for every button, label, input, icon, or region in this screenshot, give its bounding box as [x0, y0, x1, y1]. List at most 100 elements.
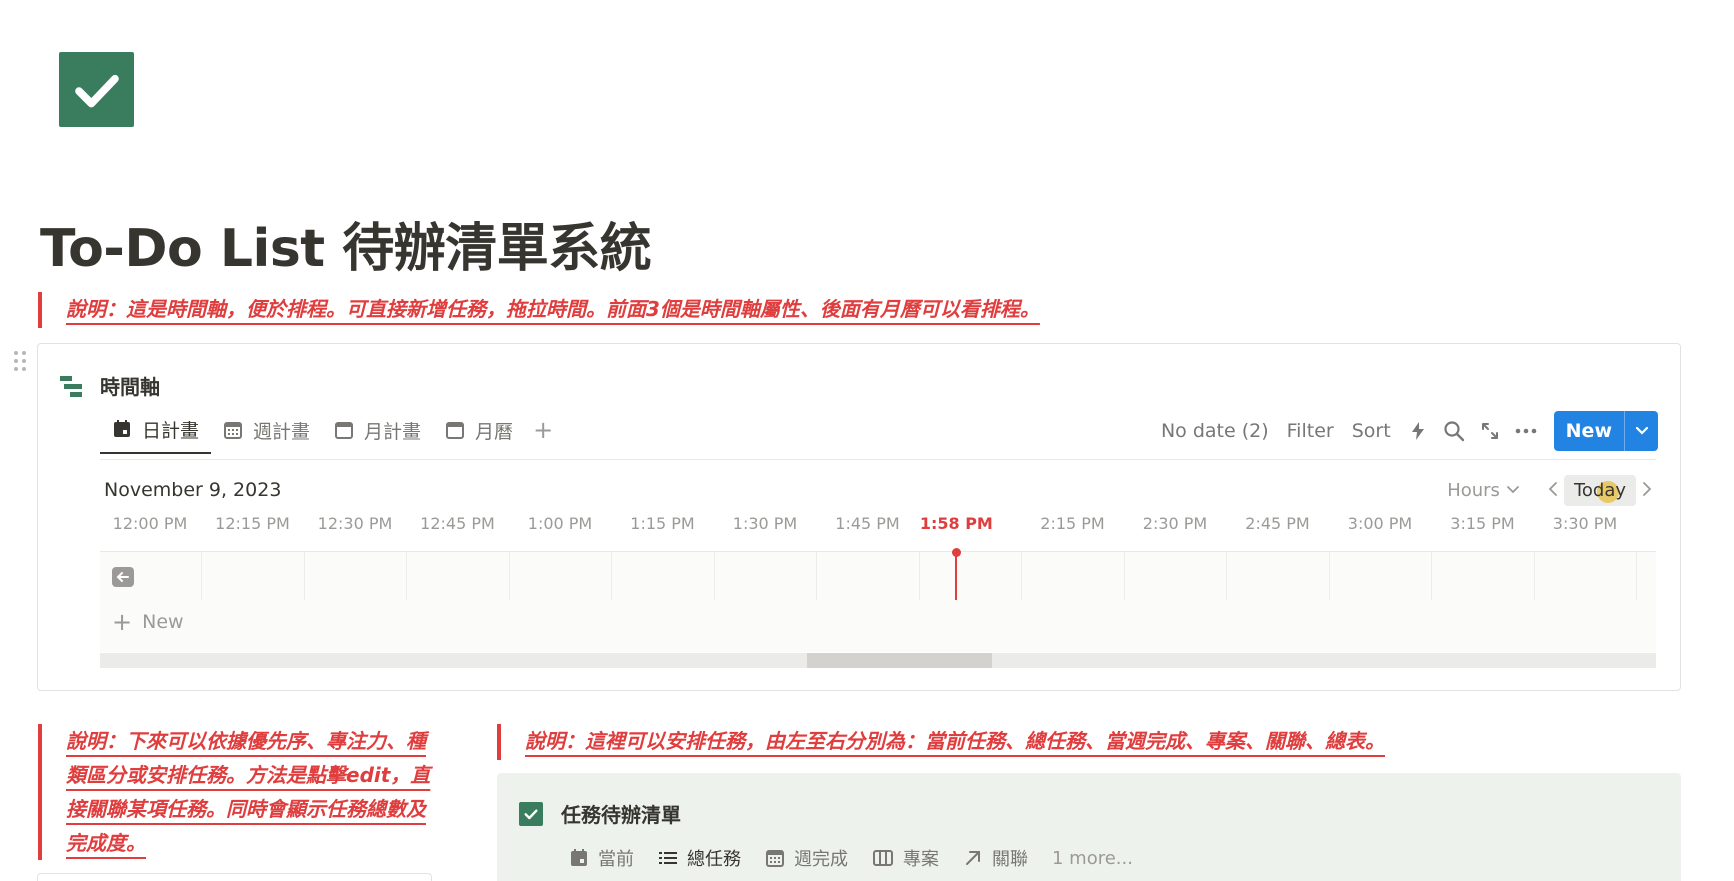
tab-label: 週計畫: [253, 420, 311, 443]
right-note-text: 說明：這裡可以安排任務，由左至右分別為：當前任務、總任務、當週完成、專案、關聯、…: [525, 729, 1385, 753]
previous-button[interactable]: [1542, 478, 1564, 502]
arrow-up-right-icon: [966, 851, 980, 865]
board-icon: [873, 850, 893, 866]
linked-card: [37, 873, 432, 881]
sort-button[interactable]: Sort: [1343, 420, 1400, 442]
gridline: [1636, 552, 1638, 600]
time-label: 1:45 PM: [835, 514, 900, 533]
tab-label: 月計畫: [364, 420, 422, 443]
task-title[interactable]: 任務待辦清單: [561, 799, 681, 828]
tab-relations[interactable]: 關聯: [963, 845, 1028, 871]
view-tabs: 日計畫 週計畫 月計畫 月曆 +: [100, 406, 561, 454]
new-button[interactable]: New: [1553, 411, 1658, 451]
timeline-icon: [60, 375, 82, 397]
search-button[interactable]: [1436, 413, 1472, 449]
gridline: [1328, 552, 1330, 600]
database-toolbar: No date (2) Filter Sort New: [1152, 410, 1658, 452]
expand-button[interactable]: [1472, 413, 1508, 449]
task-header: 任務待辦清單: [519, 799, 681, 828]
time-axis: 12:00 PM 12:15 PM 12:30 PM 12:45 PM 1:00 PM 1…: [100, 514, 1656, 542]
plus-icon: +: [112, 608, 133, 636]
automation-button[interactable]: [1400, 413, 1436, 449]
add-view-button[interactable]: +: [525, 416, 561, 444]
task-tabs: 當前 總任務 週完成 專案 關聯 1 more...: [569, 845, 1157, 871]
tab-label: 1 more...: [1052, 847, 1133, 869]
tab-calendar[interactable]: 月曆: [433, 406, 525, 454]
new-dropdown-button[interactable]: [1624, 411, 1658, 451]
horizontal-scrollbar[interactable]: [100, 653, 1656, 668]
time-label: 1:00 PM: [527, 514, 593, 533]
tab-current[interactable]: 當前: [569, 845, 634, 871]
current-time-dot: [951, 548, 961, 557]
timeline-header: 時間軸: [58, 371, 160, 400]
checkmark-glyph: [524, 808, 538, 819]
gridline: [611, 552, 613, 600]
gridline: [303, 552, 305, 600]
today-button[interactable]: Today: [1563, 474, 1636, 506]
drag-handle-icon[interactable]: [14, 351, 28, 375]
page-title[interactable]: To-Do List 待辦清單系統: [40, 206, 652, 281]
tab-all-tasks[interactable]: 總任務: [658, 845, 741, 871]
arrow-left-icon: [116, 572, 129, 582]
calendar-grid-icon: [224, 422, 243, 439]
check-icon: [74, 74, 119, 107]
check-icon: [519, 801, 543, 826]
scrollbar-thumb[interactable]: [807, 653, 992, 668]
tab-label: 關聯: [992, 849, 1028, 870]
tab-label: 日計畫: [142, 419, 200, 442]
timeline-controls: Hours Today: [1447, 472, 1658, 508]
tab-weekly-plan[interactable]: 週計畫: [211, 406, 322, 454]
gridline: [918, 552, 920, 600]
timeline-grid[interactable]: + New: [100, 548, 1656, 652]
calendar-icon: [446, 422, 465, 439]
timeline-title[interactable]: 時間軸: [100, 371, 160, 400]
time-label: 1:30 PM: [732, 514, 798, 533]
time-label: 3:15 PM: [1450, 514, 1515, 533]
chevron-down-icon: [1635, 426, 1648, 435]
timeline-note: 說明：這是時間軸，便於排程。可直接新增任務，拖拉時間。前面3個是時間軸屬性、後面…: [38, 292, 1040, 328]
tab-label: 專案: [903, 849, 939, 870]
timeline-note-text: 說明：這是時間軸，便於排程。可直接新增任務，拖拉時間。前面3個是時間軸屬性、後面…: [66, 297, 1040, 321]
left-note: 說明：下來可以依據優先序、專注力、種類區分或安排任務。方法是點擊edit，直接關…: [38, 724, 438, 860]
more-views-button[interactable]: 1 more...: [1052, 848, 1133, 869]
right-note: 說明：這裡可以安排任務，由左至右分別為：當前任務、總任務、當週完成、專案、關聯、…: [497, 724, 1385, 760]
gridline: [1123, 552, 1125, 600]
add-new-row-button[interactable]: + New: [112, 608, 184, 636]
no-date-button[interactable]: No date (2): [1152, 420, 1278, 442]
divider: [100, 459, 1656, 460]
current-time-line: [955, 552, 958, 600]
task-panel: 任務待辦清單 當前 總任務 週完成 專案 關聯 1 more...: [497, 773, 1681, 881]
expand-icon: [1481, 423, 1498, 439]
tab-projects[interactable]: 專案: [872, 845, 939, 871]
time-label: 2:45 PM: [1245, 514, 1310, 533]
tab-daily-plan[interactable]: 日計畫: [100, 406, 212, 454]
tab-label: 月曆: [475, 420, 514, 443]
filter-button[interactable]: Filter: [1278, 420, 1343, 442]
chevron-left-icon: [1548, 482, 1557, 496]
timeline-date: November 9, 2023: [104, 479, 282, 501]
zoom-select[interactable]: Hours: [1447, 480, 1520, 501]
new-button-label[interactable]: New: [1554, 411, 1624, 451]
tab-monthly-plan[interactable]: 月計畫: [322, 406, 433, 454]
time-label: 12:15 PM: [215, 514, 290, 533]
scroll-to-item-button[interactable]: [112, 567, 134, 587]
gridline: [713, 552, 715, 600]
calendar-grid-icon: [766, 850, 784, 867]
calendar-filled-icon: [114, 420, 130, 437]
time-label: 3:30 PM: [1552, 514, 1618, 533]
time-label: 3:00 PM: [1347, 514, 1413, 533]
time-label: 12:30 PM: [317, 514, 393, 533]
calendar-icon: [335, 422, 354, 439]
search-icon: [1444, 421, 1464, 442]
next-button[interactable]: [1636, 478, 1658, 502]
left-note-text: 說明：下來可以依據優先序、專注力、種類區分或安排任務。方法是點擊edit，直接關…: [66, 729, 431, 855]
tab-weekly-done[interactable]: 週完成: [765, 845, 848, 871]
time-label: 12:00 PM: [112, 514, 188, 533]
more-button[interactable]: [1508, 413, 1544, 449]
more-icon: [1515, 428, 1536, 434]
time-label: 12:45 PM: [420, 514, 495, 533]
gridline: [816, 552, 818, 600]
timeline-database: 時間軸 日計畫 週計畫 月計畫 月曆 + No date (2) Filter …: [37, 343, 1681, 691]
page-icon-check[interactable]: [59, 52, 134, 127]
tab-label: 總任務: [687, 849, 741, 870]
